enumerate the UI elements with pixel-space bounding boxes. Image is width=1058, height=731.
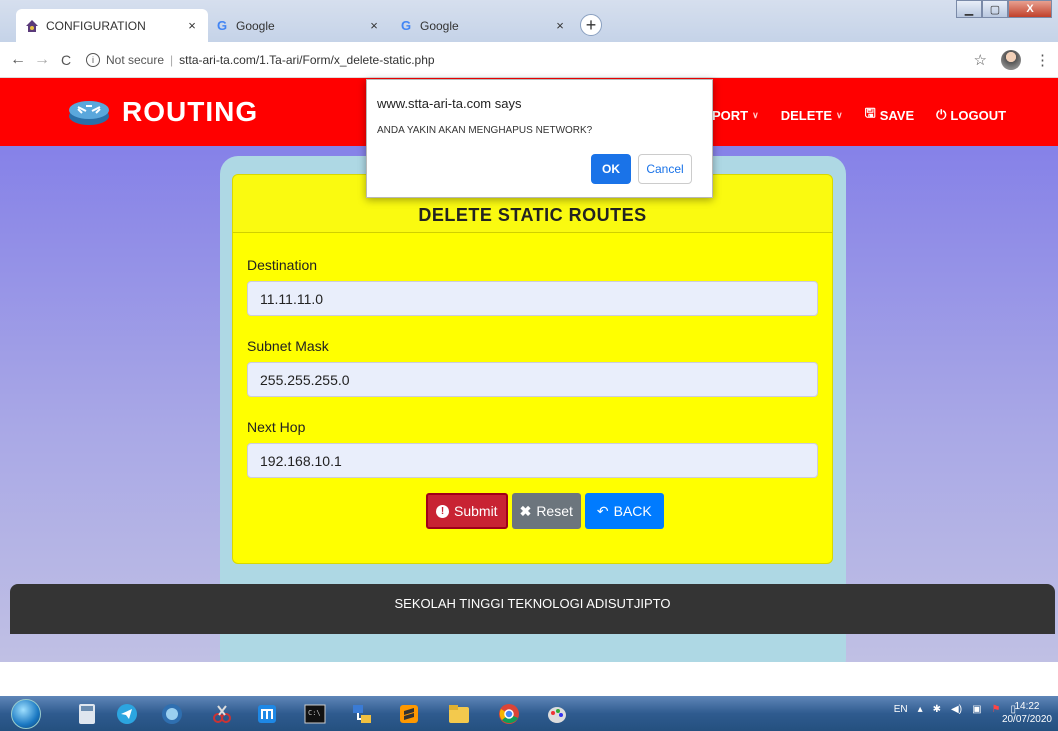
window-close-icon[interactable]: X (1008, 0, 1052, 18)
volume-icon[interactable]: ◀) (951, 704, 962, 715)
chrome-icon[interactable] (492, 699, 526, 728)
subnet-mask-field[interactable]: 255.255.255.0 (247, 362, 818, 397)
new-tab-button[interactable]: + (580, 14, 602, 36)
sublime-text-icon[interactable] (392, 699, 426, 728)
app-m-icon[interactable] (250, 699, 284, 728)
tab-close-icon[interactable]: × (366, 18, 382, 33)
svg-text:C:\: C:\ (308, 709, 321, 717)
paint-icon[interactable] (540, 699, 574, 728)
tab-close-icon[interactable]: × (552, 18, 568, 33)
tab-title: CONFIGURATION (46, 18, 146, 33)
submit-button[interactable]: ! Submit (426, 493, 508, 529)
language-indicator[interactable]: EN (894, 704, 908, 715)
browser-tab-strip: CONFIGURATION × G Google × G Google × + … (0, 0, 1058, 42)
forward-arrow-icon[interactable]: → (30, 51, 54, 69)
brand-title: ROUTING (122, 96, 259, 127)
dialog-cancel-button[interactable]: Cancel (638, 154, 692, 184)
chevron-down-icon: ∨ (836, 109, 843, 120)
tab-google-2[interactable]: G Google × (390, 9, 576, 42)
flag-icon[interactable]: ⚑ (992, 704, 1001, 715)
telegram-icon[interactable] (110, 699, 144, 728)
start-button[interactable] (8, 696, 44, 731)
tab-title: Google (236, 18, 275, 33)
reload-icon[interactable]: C (54, 52, 78, 68)
system-tray: EN ▴ ✱ ◀) ▣ ⚑ ▯ (894, 704, 1016, 715)
next-hop-field[interactable]: 192.168.10.1 (247, 443, 818, 478)
profile-avatar[interactable] (1001, 50, 1021, 70)
tab-google-1[interactable]: G Google × (206, 9, 390, 42)
tab-configuration[interactable]: CONFIGURATION × (16, 9, 208, 42)
x-icon: ✖ (519, 502, 532, 519)
menu-kebab-icon[interactable]: ⋮ (1035, 51, 1050, 69)
tray-arrow-icon[interactable]: ▴ (918, 704, 923, 715)
chevron-down-icon: ∨ (752, 109, 759, 120)
confirm-dialog: www.stta-ari-ta.com says ANDA YAKIN AKAN… (366, 79, 713, 198)
network-icon[interactable] (345, 699, 379, 728)
browser-app-icon[interactable] (155, 699, 189, 728)
footer-text: SEKOLAH TINGGI TEKNOLOGI ADISUTJIPTO (394, 596, 671, 611)
address-bar: ← → C i Not secure | stta-ari-ta.com/1.T… (0, 42, 1058, 78)
page-footer: SEKOLAH TINGGI TEKNOLOGI ADISUTJIPTO (10, 584, 1055, 634)
network-tray-icon[interactable]: ▣ (972, 704, 981, 715)
brand[interactable]: ROUTING (68, 96, 258, 128)
nav-item-logout[interactable]: ⏻ LOGOUT (936, 104, 1006, 126)
google-g-icon: G (400, 18, 412, 33)
taskbar: C:\ EN ▴ ✱ ◀) ▣ ⚑ ▯ 14:22 20/07/2020 (0, 696, 1058, 731)
reset-button[interactable]: ✖ Reset (511, 493, 581, 529)
exclamation-icon: ! (436, 504, 449, 518)
nav-item-delete[interactable]: DELETE ∨ (781, 104, 843, 126)
router-icon (69, 101, 109, 125)
nav-item-save[interactable]: 🖫 SAVE (865, 104, 915, 126)
url-field[interactable]: i Not secure | stta-ari-ta.com/1.Ta-ari/… (86, 52, 435, 67)
back-arrow-icon[interactable]: ← (6, 51, 30, 69)
maximize-icon[interactable]: ▢ (982, 0, 1008, 18)
tab-close-icon[interactable]: × (184, 18, 200, 33)
back-button[interactable]: ↶ BACK (584, 493, 664, 529)
reply-all-icon: ↶ (596, 502, 609, 519)
form-title: DELETE STATIC ROUTES (418, 205, 647, 225)
destination-field[interactable]: 11.11.11.0 (247, 281, 818, 316)
subnet-mask-label: Subnet Mask (247, 338, 329, 354)
delete-form-card: DELETE STATIC ROUTES Destination 11.11.1… (232, 174, 833, 564)
next-hop-label: Next Hop (247, 419, 306, 435)
dialog-ok-button[interactable]: OK (591, 154, 631, 184)
url-text: stta-ari-ta.com/1.Ta-ari/Form/x_delete-s… (179, 52, 435, 67)
dialog-message: ANDA YAKIN AKAN MENGHAPUS NETWORK? (377, 125, 593, 136)
bookmark-star-icon[interactable]: ☆ (974, 51, 987, 69)
power-icon: ⏻ (936, 107, 947, 122)
dialog-origin: www.stta-ari-ta.com says (377, 96, 522, 111)
form-actions: ! Submit ✖ Reset ↶ BACK (426, 493, 664, 529)
clock-time: 14:22 (1014, 701, 1040, 712)
windows-orb-icon (11, 698, 41, 729)
window-controls: ▁ ▢ X (956, 0, 1052, 18)
destination-label: Destination (247, 257, 318, 273)
snipping-tool-icon[interactable] (205, 699, 239, 728)
clock[interactable]: 14:22 20/07/2020 (1002, 700, 1052, 726)
file-explorer-icon[interactable] (442, 699, 476, 728)
nav-item-port[interactable]: PORT ∨ (712, 104, 759, 126)
tab-title: Google (420, 18, 459, 33)
bluetooth-icon[interactable]: ✱ (933, 704, 941, 715)
minimize-icon[interactable]: ▁ (956, 0, 982, 18)
security-status: Not secure (106, 52, 165, 67)
command-prompt-icon[interactable]: C:\ (298, 699, 332, 728)
google-g-icon: G (216, 18, 228, 33)
calculator-icon[interactable] (70, 699, 104, 728)
floppy-icon: 🖫 (864, 105, 876, 120)
info-icon[interactable]: i (86, 52, 100, 67)
clock-date: 20/07/2020 (1001, 714, 1052, 725)
nav-menu: PORT ∨ DELETE ∨ 🖫 SAVE ⏻ LOGOUT (712, 104, 1006, 126)
house-icon (24, 18, 40, 34)
